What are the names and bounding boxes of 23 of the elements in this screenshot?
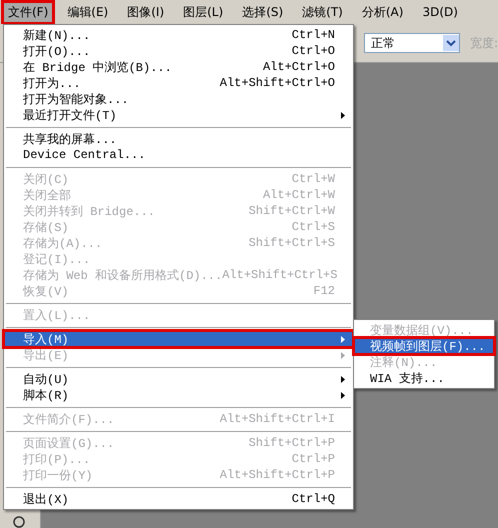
menu-bar-item[interactable]: 分析(A) xyxy=(356,2,408,22)
menu-bar-item[interactable]: 3D(D) xyxy=(417,3,463,21)
menu-item[interactable]: 脚本(R) xyxy=(4,387,353,403)
menu-bar-item[interactable]: 图像(I) xyxy=(122,2,170,22)
menu-bar-item[interactable]: 文件(F) xyxy=(3,2,54,22)
menu-item[interactable]: 最近打开文件(T) xyxy=(4,107,353,123)
menu-bar-item[interactable]: 选择(S) xyxy=(237,2,288,22)
blend-mode-dropdown[interactable]: 正常 xyxy=(364,33,460,53)
menu-item[interactable]: Device Central... xyxy=(4,147,353,163)
menu-item[interactable]: 退出(X) Ctrl+Q xyxy=(4,491,353,507)
menu-item[interactable]: 新建(N)... Ctrl+N xyxy=(4,27,353,43)
menu-item[interactable]: 打开为... Alt+Shift+Ctrl+O xyxy=(4,75,353,91)
menu-item[interactable]: 自动(U) xyxy=(4,371,353,387)
menu-item[interactable]: 打开(O)... Ctrl+O xyxy=(4,43,353,59)
menu-item[interactable]: 导入(M) xyxy=(4,331,353,347)
menu-bar-item[interactable]: 滤镜(T) xyxy=(297,2,348,22)
menu-item[interactable]: 打开为智能对象... xyxy=(4,91,353,107)
menu-item[interactable]: 共享我的屏幕... xyxy=(4,131,353,147)
menu-bar-item[interactable]: 图层(L) xyxy=(178,2,228,22)
menu-item[interactable]: 在 Bridge 中浏览(B)... Alt+Ctrl+O xyxy=(4,59,353,75)
menu-bar-item[interactable]: 编辑(E) xyxy=(62,2,114,22)
submenu-item[interactable]: WIA 支持... xyxy=(354,370,494,386)
submenu-item[interactable]: 视频帧到图层(F)... xyxy=(354,338,494,354)
